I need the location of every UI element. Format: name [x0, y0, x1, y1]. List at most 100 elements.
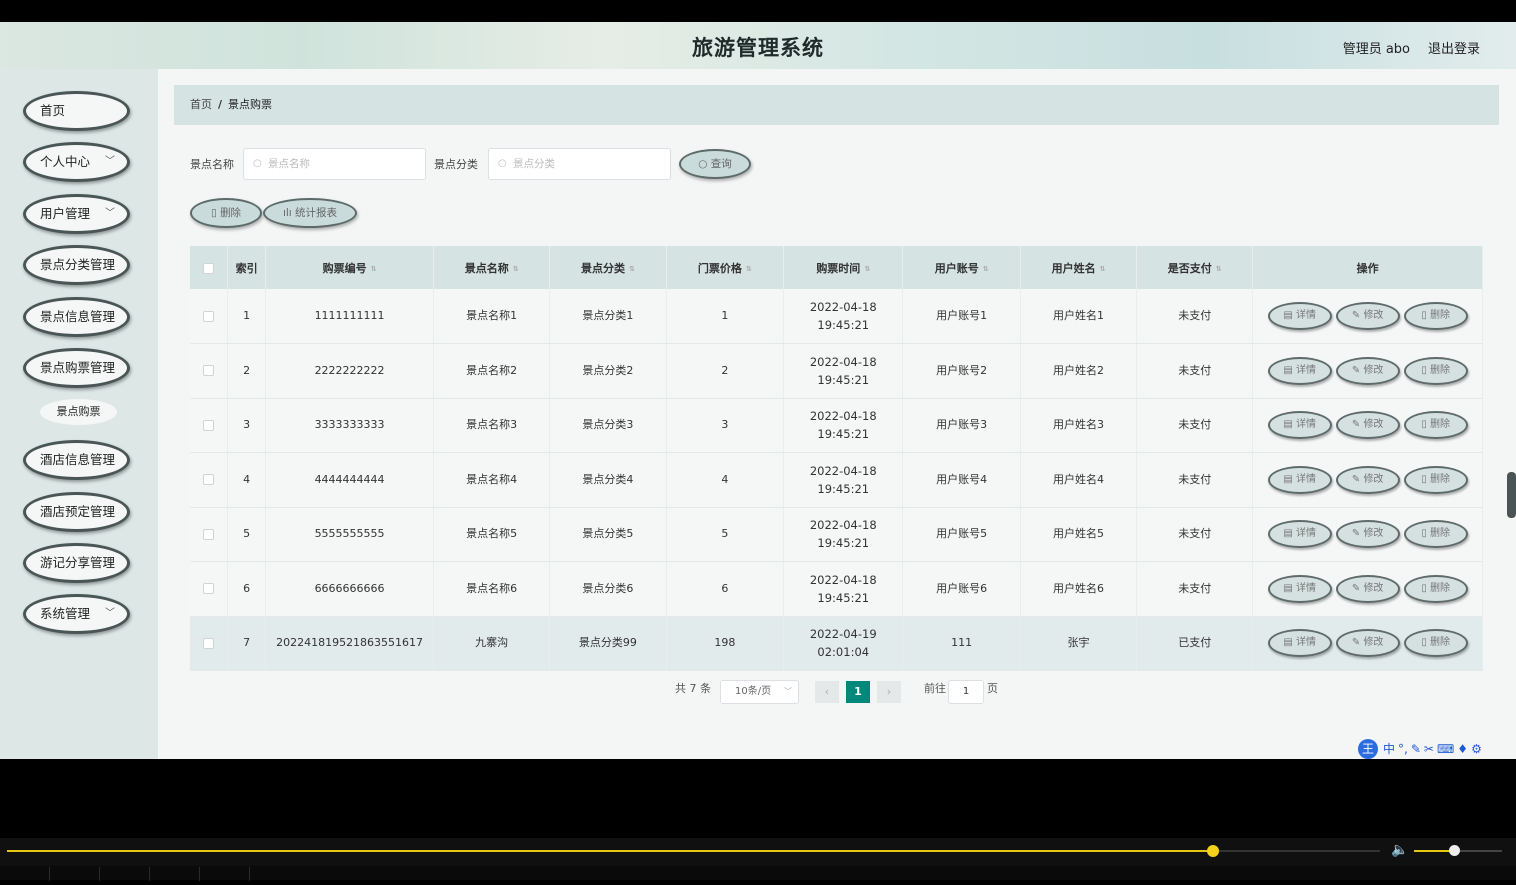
- logout-link[interactable]: 退出登录: [1428, 38, 1480, 57]
- detail-button[interactable]: ▤ 详情: [1267, 629, 1332, 658]
- sidebar-item-home[interactable]: 首页: [23, 91, 130, 131]
- delete-button[interactable]: ▯ 删除: [1403, 356, 1468, 385]
- sidebar-item-user-management[interactable]: 用户管理 ﹀: [23, 194, 130, 234]
- sidebar-subitem-ticket[interactable]: 景点购票: [40, 399, 117, 425]
- cell-paid: 未支付: [1136, 452, 1254, 508]
- edit-button[interactable]: ✎ 修改: [1335, 411, 1400, 440]
- sort-icon[interactable]: ⇅: [864, 265, 870, 273]
- table-row[interactable]: 2 2222222222 景点名称2 景点分类2 2 2022-04-18 19:45:2…: [190, 343, 1483, 399]
- settings-gear-icon[interactable]: ⚙: [1471, 742, 1482, 756]
- detail-button[interactable]: ▤ 详情: [1267, 520, 1332, 549]
- spot-name-input[interactable]: ○ 景点名称: [243, 148, 426, 180]
- query-button[interactable]: ○ 查询: [679, 149, 751, 179]
- cell-account: 111: [902, 616, 1021, 671]
- table-row[interactable]: 3 3333333333 景点名称3 景点分类3 3 2022-04-18 19:45:2…: [190, 398, 1483, 453]
- col-user-name[interactable]: 用户姓名 ⇅: [1020, 246, 1138, 289]
- sidebar-item-travelogue-management[interactable]: 游记分享管理: [23, 543, 130, 583]
- sort-icon[interactable]: ⇅: [513, 265, 519, 273]
- page-number-current[interactable]: 1: [846, 681, 870, 703]
- sort-icon[interactable]: ⇅: [1216, 265, 1222, 273]
- col-ticket-no[interactable]: 购票编号 ⇅: [265, 246, 435, 289]
- punctuation-icon[interactable]: °,: [1398, 742, 1408, 756]
- sort-icon[interactable]: ⇅: [371, 265, 377, 273]
- detail-button[interactable]: ▤ 详情: [1267, 411, 1332, 440]
- table-row[interactable]: 7 202241819521863551617 九寨沟 景点分类99 198 2022-0…: [190, 616, 1483, 671]
- col-spot-category[interactable]: 景点分类 ⇅: [549, 246, 667, 289]
- detail-button[interactable]: ▤ 详情: [1267, 465, 1332, 494]
- row-checkbox[interactable]: [203, 310, 215, 322]
- volume-icon[interactable]: 🔈: [1391, 842, 1408, 858]
- edit-button[interactable]: ✎ 修改: [1335, 520, 1400, 549]
- goto-page-input[interactable]: 1: [948, 680, 984, 704]
- table-row[interactable]: 6 6666666666 景点名称6 景点分类6 6 2022-04-18 19:45:2…: [190, 561, 1483, 617]
- detail-button[interactable]: ▤ 详情: [1267, 302, 1332, 330]
- spot-category-input[interactable]: ○ 景点分类: [488, 148, 671, 180]
- edit-button[interactable]: ✎ 修改: [1335, 302, 1400, 330]
- delete-button[interactable]: ▯ 删除: [1403, 629, 1468, 658]
- select-all-checkbox[interactable]: [203, 262, 215, 274]
- scrollbar-handle[interactable]: [1507, 472, 1516, 518]
- statistics-report-label: 统计报表: [295, 207, 338, 219]
- delete-button[interactable]: ▯ 删除: [1403, 465, 1468, 494]
- sidebar-item-system-management[interactable]: 系统管理 ﹀: [23, 594, 130, 634]
- cell-index: 5: [227, 507, 267, 562]
- seek-handle[interactable]: [1207, 845, 1220, 857]
- sidebar-item-hotel-info-management[interactable]: 酒店信息管理: [23, 440, 130, 480]
- row-checkbox[interactable]: [203, 528, 215, 540]
- batch-delete-button[interactable]: ▯ 删除: [190, 198, 262, 228]
- seek-progress: [7, 850, 1214, 852]
- sidebar-item-personal-center[interactable]: 个人中心 ﹀: [23, 142, 130, 182]
- select-all-cell: [190, 246, 229, 289]
- delete-button[interactable]: ▯ 删除: [1403, 302, 1468, 330]
- row-checkbox[interactable]: [203, 474, 215, 486]
- next-page-button[interactable]: ›: [877, 681, 901, 703]
- col-actions: 操作: [1252, 246, 1483, 289]
- col-paid[interactable]: 是否支付 ⇅: [1136, 246, 1254, 289]
- edit-button[interactable]: ✎ 修改: [1335, 465, 1400, 494]
- col-spot-name[interactable]: 景点名称 ⇅: [433, 246, 551, 289]
- sort-icon[interactable]: ⇅: [1100, 265, 1106, 273]
- row-checkbox[interactable]: [203, 365, 215, 377]
- sort-icon[interactable]: ⇅: [746, 265, 752, 273]
- edit-button[interactable]: ✎ 修改: [1335, 574, 1400, 603]
- table-row[interactable]: 4 4444444444 景点名称4 景点分类4 4 2022-04-18 19:45:2…: [190, 452, 1483, 508]
- cell-account: 用户账号1: [902, 289, 1021, 344]
- volume-handle[interactable]: [1448, 845, 1460, 856]
- prev-page-button[interactable]: ‹: [815, 681, 839, 703]
- delete-button[interactable]: ▯ 删除: [1403, 411, 1468, 440]
- sort-icon[interactable]: ⇅: [629, 265, 635, 273]
- ime-mode-toggle[interactable]: 中: [1383, 740, 1395, 757]
- ime-logo-icon[interactable]: 王: [1358, 739, 1378, 759]
- col-price[interactable]: 门票价格 ⇅: [666, 246, 785, 289]
- page-size-select[interactable]: 10条/页 ﹀: [720, 680, 799, 704]
- table-row[interactable]: 1 1111111111 景点名称1 景点分类1 1 2022-04-18 19:45:2…: [190, 289, 1483, 344]
- statistics-report-button[interactable]: ılı 统计报表: [263, 198, 357, 228]
- table-row[interactable]: 5 5555555555 景点名称5 景点分类5 5 2022-04-18 19:45:2…: [190, 507, 1483, 562]
- col-account[interactable]: 用户账号 ⇅: [902, 246, 1021, 289]
- sidebar-item-label: 系统管理: [40, 606, 91, 621]
- pen-icon[interactable]: ✎: [1411, 742, 1421, 756]
- sort-icon[interactable]: ⇅: [983, 265, 989, 273]
- row-checkbox[interactable]: [203, 419, 215, 431]
- delete-button[interactable]: ▯ 删除: [1403, 574, 1468, 603]
- sidebar-item-ticket-management[interactable]: 景点购票管理: [23, 348, 130, 388]
- cell-paid: 未支付: [1136, 561, 1254, 617]
- edit-button[interactable]: ✎ 修改: [1335, 629, 1400, 658]
- sidebar-item-spot-info-management[interactable]: 景点信息管理: [23, 297, 130, 337]
- skin-icon[interactable]: ♦: [1457, 742, 1468, 756]
- sidebar-item-hotel-booking-management[interactable]: 酒店预定管理: [23, 492, 130, 532]
- volume-slider[interactable]: [1414, 845, 1502, 856]
- row-checkbox[interactable]: [203, 583, 215, 595]
- cell-actions: ▤ 详情 ✎ 修改 ▯ 删除: [1252, 452, 1483, 508]
- delete-button[interactable]: ▯ 删除: [1403, 520, 1468, 549]
- detail-button[interactable]: ▤ 详情: [1267, 574, 1332, 603]
- sidebar-item-category-management[interactable]: 景点分类管理: [23, 245, 130, 285]
- col-purchase-time[interactable]: 购票时间 ⇅: [783, 246, 904, 289]
- scissors-icon[interactable]: ✂: [1424, 742, 1434, 756]
- edit-button[interactable]: ✎ 修改: [1335, 356, 1400, 385]
- seek-bar[interactable]: [7, 845, 1380, 857]
- breadcrumb-home[interactable]: 首页: [190, 98, 212, 111]
- keyboard-icon[interactable]: ⌨: [1437, 742, 1454, 756]
- detail-button[interactable]: ▤ 详情: [1267, 356, 1332, 385]
- row-checkbox[interactable]: [203, 637, 215, 649]
